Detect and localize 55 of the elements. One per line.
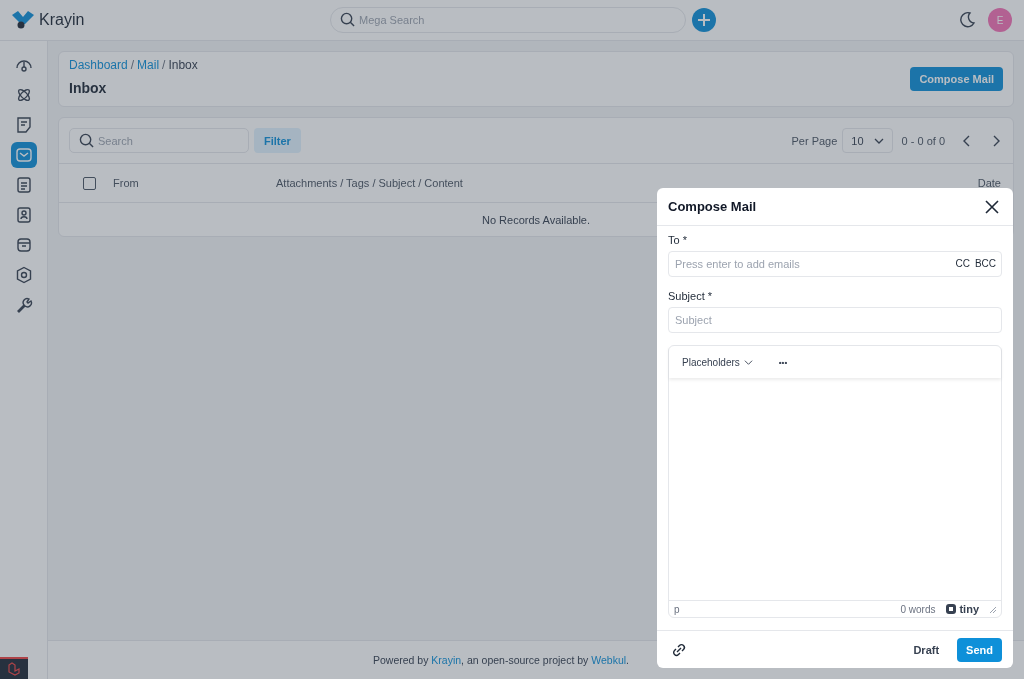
breadcrumb-separator: / xyxy=(162,58,166,72)
plus-icon xyxy=(697,13,711,27)
column-header: Date xyxy=(977,177,1001,189)
sidebar-item[interactable] xyxy=(10,142,37,168)
dialog-title: Compose Mail xyxy=(668,199,757,214)
clipboard-icon xyxy=(14,176,33,194)
more-button[interactable]: ••• xyxy=(778,357,788,367)
compose-mail-button[interactable]: Compose Mail xyxy=(910,67,1003,91)
send-button[interactable]: Send xyxy=(957,637,1002,662)
cube-icon xyxy=(7,662,21,676)
per-page-select[interactable]: 10 xyxy=(842,128,893,153)
logo-icon xyxy=(12,11,34,29)
chevron-down-icon xyxy=(743,357,753,367)
search-icon xyxy=(79,133,94,148)
paperclip-icon[interactable] xyxy=(672,642,686,657)
mega-search-field[interactable]: Mega Search xyxy=(330,7,686,33)
contact-book-icon xyxy=(14,206,33,224)
breadcrumb-separator: / xyxy=(130,58,135,72)
word-count: 0 words xyxy=(900,603,936,615)
subject-field[interactable]: Subject xyxy=(668,307,1002,333)
note-icon xyxy=(14,116,33,134)
pagination-range: 0 - 0 of 0 xyxy=(901,134,945,147)
field-label: Subject * xyxy=(668,290,714,302)
dark-mode-icon[interactable] xyxy=(958,11,976,29)
breadcrumb-link[interactable]: Dashboard xyxy=(69,58,128,72)
box-icon xyxy=(14,236,33,254)
breadcrumb-current: Inbox xyxy=(168,58,198,72)
select-all-checkbox[interactable] xyxy=(83,176,96,190)
user-avatar[interactable]: E xyxy=(988,8,1012,32)
gear-icon xyxy=(14,266,33,284)
column-header: Attachments / Tags / Subject / Content xyxy=(276,177,464,189)
field-label: To * xyxy=(668,234,688,246)
footer-text: Powered by Krayin, an open-source project by Webkul. xyxy=(372,654,630,666)
bcc-link[interactable]: BCC xyxy=(974,258,996,269)
search-field[interactable]: Search xyxy=(69,128,249,153)
resize-handle-icon[interactable] xyxy=(989,605,996,613)
envelope-icon xyxy=(14,146,33,164)
previous-page-icon[interactable] xyxy=(962,134,972,147)
element-path: p xyxy=(674,603,680,615)
search-icon xyxy=(340,12,355,27)
page-title: Inbox xyxy=(69,80,108,96)
quick-create-button[interactable] xyxy=(692,8,716,32)
editor-brand[interactable]: tiny xyxy=(945,603,979,615)
placeholders-menu[interactable]: Placeholders xyxy=(682,356,753,368)
cc-link[interactable]: CC xyxy=(955,258,970,269)
draft-button[interactable]: Draft xyxy=(905,637,948,662)
next-page-icon[interactable] xyxy=(991,134,1001,147)
filter-button[interactable]: Filter xyxy=(254,128,301,153)
per-page-label: Per Page xyxy=(791,134,838,147)
column-header: From xyxy=(113,177,140,189)
breadcrumb-link[interactable]: Mail xyxy=(137,58,160,72)
tiny-logo-icon xyxy=(945,603,958,615)
app-name: Krayin xyxy=(39,11,85,29)
close-icon[interactable] xyxy=(985,199,999,214)
empty-message: No Records Available. xyxy=(482,213,590,226)
